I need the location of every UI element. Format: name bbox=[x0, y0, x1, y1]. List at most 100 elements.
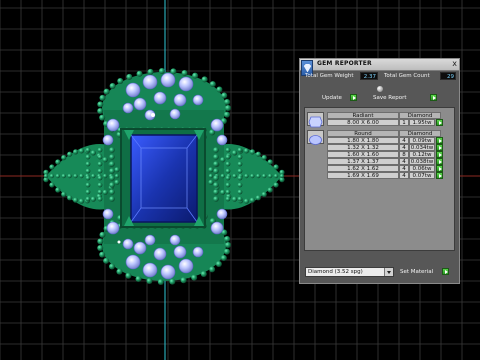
metal-bead bbox=[267, 173, 273, 179]
metal-bead bbox=[191, 274, 198, 281]
metal-bead bbox=[97, 182, 103, 188]
metal-bead bbox=[243, 148, 250, 154]
metal-bead bbox=[279, 173, 285, 179]
metal-bead bbox=[109, 154, 115, 160]
metal-bead bbox=[209, 81, 216, 88]
side-stone bbox=[160, 264, 176, 280]
side-stone bbox=[210, 118, 224, 132]
gem-weight-cell: 0.034tw bbox=[409, 144, 435, 151]
metal-bead bbox=[255, 195, 261, 201]
gem-row-select-button[interactable] bbox=[436, 137, 443, 144]
gem-row-select-button[interactable] bbox=[436, 151, 443, 158]
gem-qty-cell: 4 bbox=[399, 172, 409, 179]
gem-list: Radiant Diamond 8.00 X 6.00 1 1.95tw Round Dia… bbox=[304, 107, 455, 251]
refresh-icon[interactable] bbox=[377, 86, 383, 92]
metal-bead bbox=[225, 189, 231, 195]
gem-qty-cell: 4 bbox=[399, 165, 409, 172]
gem-qty-cell: 4 bbox=[399, 158, 409, 165]
gem-size-cell: 8.00 X 6.00 bbox=[327, 119, 399, 126]
side-stone bbox=[142, 74, 158, 90]
metal-bead bbox=[220, 255, 227, 262]
side-stone bbox=[160, 72, 176, 88]
gem-row-select-button[interactable] bbox=[436, 165, 443, 172]
metal-bead bbox=[220, 189, 226, 195]
metal-bead bbox=[232, 150, 238, 156]
side-stone bbox=[142, 262, 158, 278]
metal-bead bbox=[99, 251, 106, 258]
update-button[interactable] bbox=[350, 94, 357, 101]
metal-bead bbox=[55, 159, 61, 165]
side-stone bbox=[144, 234, 156, 246]
metal-bead bbox=[91, 173, 96, 179]
side-stone bbox=[106, 118, 120, 132]
metal-bead bbox=[237, 161, 243, 167]
metal-bead bbox=[250, 173, 255, 179]
metal-bead bbox=[67, 173, 72, 179]
metal-bead bbox=[97, 189, 103, 195]
metal-bead bbox=[73, 197, 79, 203]
set-material-button[interactable] bbox=[442, 268, 449, 275]
gem-weight-cell: 0.038tw bbox=[409, 158, 435, 165]
gem-cut-header: Radiant bbox=[327, 112, 399, 119]
metal-bead bbox=[180, 277, 187, 284]
total-gem-count-value: 29 bbox=[440, 72, 456, 80]
metal-bead bbox=[169, 278, 176, 285]
side-stone bbox=[133, 97, 147, 111]
metal-bead bbox=[109, 189, 115, 195]
metal-bead bbox=[117, 77, 124, 84]
metal-bead bbox=[55, 173, 61, 179]
close-icon[interactable]: x bbox=[452, 59, 457, 69]
gem-qty-cell: 4 bbox=[399, 137, 409, 144]
metal-bead bbox=[220, 173, 225, 179]
metal-bead bbox=[97, 175, 103, 181]
sparkle bbox=[117, 240, 121, 244]
gem-row-select-button[interactable] bbox=[436, 158, 443, 165]
metal-bead bbox=[209, 266, 216, 273]
metal-bead bbox=[99, 114, 106, 121]
metal-bead bbox=[213, 196, 219, 202]
metal-bead bbox=[215, 261, 222, 268]
gem-thumbnail[interactable] bbox=[307, 112, 324, 128]
metal-bead bbox=[225, 175, 231, 181]
metal-bead bbox=[225, 242, 231, 248]
metal-bead bbox=[114, 179, 120, 185]
metal-bead bbox=[249, 197, 255, 203]
gem-row-select-button[interactable] bbox=[436, 119, 443, 126]
gem-weight-cell: 0.07tw bbox=[409, 172, 435, 179]
gem-row-select-button[interactable] bbox=[436, 172, 443, 179]
stats-row: Total Gem Weight 2.37 Total Gem Count 29 bbox=[300, 72, 459, 82]
metal-bead bbox=[85, 147, 91, 153]
metal-bead bbox=[225, 182, 231, 188]
chevron-down-icon[interactable] bbox=[384, 268, 393, 276]
metal-bead bbox=[273, 173, 279, 179]
side-stone bbox=[192, 246, 204, 258]
gem-row-select-button[interactable] bbox=[436, 144, 443, 151]
gem-thumbnail[interactable] bbox=[307, 130, 324, 145]
side-stone bbox=[210, 221, 224, 235]
ring-model[interactable] bbox=[43, 68, 285, 285]
metal-bead bbox=[225, 168, 231, 174]
save-report-button[interactable] bbox=[430, 94, 437, 101]
metal-bead bbox=[85, 161, 91, 167]
metal-bead bbox=[97, 161, 103, 167]
metal-bead bbox=[102, 189, 108, 195]
gem-qty-cell: 1 bbox=[399, 119, 409, 126]
metal-bead bbox=[224, 235, 231, 242]
metal-bead bbox=[273, 164, 279, 170]
metal-bead bbox=[109, 175, 115, 181]
metal-bead bbox=[181, 69, 188, 76]
update-label: Update bbox=[322, 95, 342, 101]
metal-bead bbox=[213, 154, 219, 160]
metal-bead bbox=[126, 73, 133, 80]
gem-weight-cell: 1.95tw bbox=[409, 119, 435, 126]
metal-bead bbox=[125, 272, 132, 279]
metal-bead bbox=[85, 189, 91, 195]
save-report-label: Save Report bbox=[373, 95, 407, 101]
side-stone bbox=[125, 82, 141, 98]
metal-bead bbox=[261, 191, 267, 197]
metal-bead bbox=[102, 157, 108, 163]
material-select[interactable]: Diamond (3.52 spg) bbox=[305, 267, 394, 277]
gem-size-cell: 1.60 X 1.60 bbox=[327, 151, 399, 158]
metal-bead bbox=[97, 168, 103, 174]
panel-titlebar[interactable]: GEM REPORTER x bbox=[300, 59, 459, 71]
